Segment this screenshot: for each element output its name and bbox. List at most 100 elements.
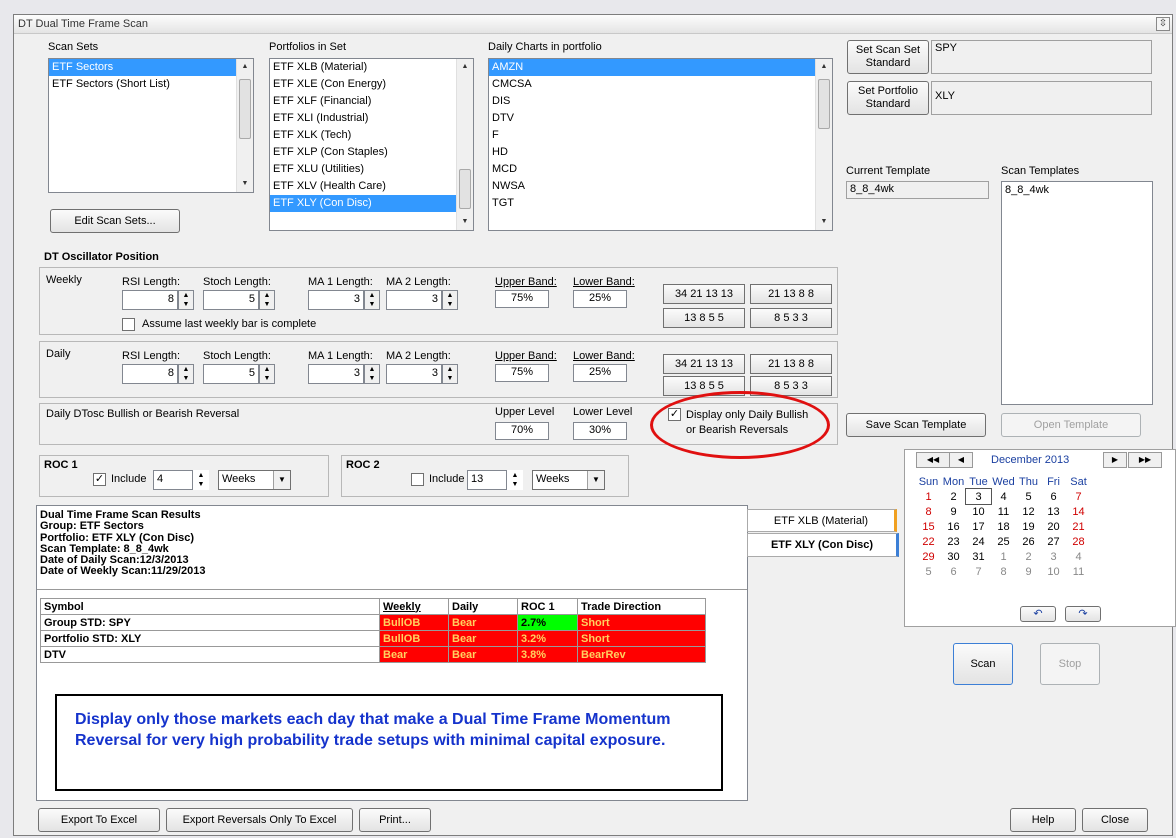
calendar-day[interactable]: 10 [966, 504, 991, 519]
help-button[interactable]: Help [1010, 808, 1076, 832]
scroll-up-icon[interactable]: ▲ [816, 59, 832, 75]
save-scan-template-button[interactable]: Save Scan Template [846, 413, 986, 437]
list-item[interactable]: NWSA [489, 178, 832, 195]
col-weekly[interactable]: Weekly [379, 598, 449, 615]
weekly-preset-button[interactable]: 34 21 13 13 [663, 284, 745, 304]
col-symbol[interactable]: Symbol [40, 598, 380, 615]
daily-charts-list[interactable]: AMZN CMCSA DIS DTV F HD MCD NWSA TGT ▲ ▼ [488, 58, 833, 231]
roc2-spinner[interactable]: 13 ▲ ▼ [467, 470, 527, 490]
daily-upper-field[interactable]: 75% [495, 364, 549, 382]
calendar-day[interactable]: 5 [916, 564, 941, 579]
export-excel-button[interactable]: Export To Excel [38, 808, 160, 832]
scroll-up-icon[interactable]: ▲ [457, 59, 473, 75]
weekly-lower-field[interactable]: 25% [573, 290, 627, 308]
scroll-up-icon[interactable]: ▲ [237, 59, 253, 75]
table-row[interactable]: Group STD: SPY BullOB Bear 2.7% Short [40, 614, 706, 631]
col-trade-direction[interactable]: Trade Direction [577, 598, 706, 615]
list-item[interactable]: TGT [489, 195, 832, 212]
scroll-thumb[interactable] [818, 79, 830, 129]
calendar-day[interactable]: 4 [1066, 549, 1091, 564]
daily-preset-button[interactable]: 21 13 8 8 [750, 354, 832, 374]
daily-preset-button[interactable]: 34 21 13 13 [663, 354, 745, 374]
calendar-day[interactable]: 2 [1016, 549, 1041, 564]
calendar-day[interactable]: 26 [1016, 534, 1041, 549]
daily-ma1-spinner[interactable]: 3 ▲ ▼ [308, 364, 384, 384]
scan-sets-scrollbar[interactable]: ▲ ▼ [236, 59, 253, 192]
list-item[interactable]: 8_8_4wk [1002, 182, 1152, 199]
scroll-down-icon[interactable]: ▼ [816, 214, 832, 230]
calendar-day[interactable]: 16 [941, 519, 966, 534]
prev-year-icon[interactable]: ◀◀ [916, 452, 950, 468]
list-item[interactable]: ETF Sectors (Short List) [49, 76, 253, 93]
daily-lower-field[interactable]: 25% [573, 364, 627, 382]
calendar-day[interactable]: 1 [991, 549, 1016, 564]
daily-ma2-spinner[interactable]: 3 ▲ ▼ [386, 364, 462, 384]
daily-ma1-value[interactable]: 3 [308, 364, 364, 384]
calendar-day[interactable]: 18 [991, 519, 1016, 534]
spinner-arrows-icon[interactable]: ▲ ▼ [507, 470, 523, 490]
col-daily[interactable]: Daily [448, 598, 518, 615]
weekly-stoch-spinner[interactable]: 5 ▲ ▼ [203, 290, 279, 310]
roc1-include-checkbox[interactable]: ✓ [93, 473, 106, 486]
calendar-day[interactable]: 9 [1016, 564, 1041, 579]
weekly-preset-button[interactable]: 13 8 5 5 [663, 308, 745, 328]
roc2-period-select[interactable]: Weeks ▼ [532, 470, 605, 490]
roc1-period-select[interactable]: Weeks ▼ [218, 470, 291, 490]
calendar-day[interactable]: 21 [1066, 519, 1091, 534]
daily-stoch-value[interactable]: 5 [203, 364, 259, 384]
weekly-ma1-spinner[interactable]: 3 ▲ ▼ [308, 290, 384, 310]
scan-button[interactable]: Scan [953, 643, 1013, 685]
spinner-arrows-icon[interactable]: ▲ ▼ [178, 290, 194, 310]
calendar-day[interactable]: 3 [1041, 549, 1066, 564]
stop-button[interactable]: Stop [1040, 643, 1100, 685]
calendar-day[interactable]: 5 [1016, 489, 1041, 504]
calendar-day[interactable]: 7 [966, 564, 991, 579]
list-item[interactable]: ETF XLB (Material) [270, 59, 473, 76]
calendar-day[interactable]: 8 [916, 504, 941, 519]
calendar-day[interactable]: 3 [965, 488, 992, 505]
calendar-day[interactable]: 6 [1041, 489, 1066, 504]
list-item[interactable]: ETF XLF (Financial) [270, 93, 473, 110]
scroll-thumb[interactable] [459, 169, 471, 209]
list-item[interactable]: DTV [489, 110, 832, 127]
daily-ma2-value[interactable]: 3 [386, 364, 442, 384]
calendar-day[interactable]: 11 [1066, 564, 1091, 579]
calendar-day[interactable]: 8 [991, 564, 1016, 579]
scroll-down-icon[interactable]: ▼ [457, 214, 473, 230]
calendar-day[interactable]: 25 [991, 534, 1016, 549]
list-item[interactable]: DIS [489, 93, 832, 110]
scroll-thumb[interactable] [239, 79, 251, 139]
roc2-value[interactable]: 13 [467, 470, 507, 490]
export-reversals-button[interactable]: Export Reversals Only To Excel [166, 808, 353, 832]
daily-rsi-spinner[interactable]: 8 ▲ ▼ [122, 364, 198, 384]
weekly-ma2-value[interactable]: 3 [386, 290, 442, 310]
spinner-arrows-icon[interactable]: ▲ ▼ [364, 364, 380, 384]
spinner-arrows-icon[interactable]: ▲ ▼ [442, 290, 458, 310]
reversal-lower-field[interactable]: 30% [573, 422, 627, 440]
roc2-include-checkbox[interactable] [411, 473, 424, 486]
tab-etf-xly[interactable]: ETF XLY (Con Disc) [747, 533, 899, 557]
set-scan-set-standard-button[interactable]: Set Scan Set Standard [847, 40, 929, 74]
calendar-day[interactable]: 14 [1066, 504, 1091, 519]
display-only-checkbox[interactable]: ✓ [668, 408, 681, 421]
undo-icon[interactable]: ↶ [1020, 606, 1056, 622]
spinner-arrows-icon[interactable]: ▲ ▼ [259, 290, 275, 310]
prev-month-icon[interactable]: ◀ [949, 452, 973, 468]
calendar-day[interactable]: 27 [1041, 534, 1066, 549]
calendar-day[interactable]: 7 [1066, 489, 1091, 504]
list-item[interactable]: MCD [489, 161, 832, 178]
calendar-day[interactable]: 22 [916, 534, 941, 549]
calendar-day[interactable]: 19 [1016, 519, 1041, 534]
calendar-day[interactable]: 12 [1016, 504, 1041, 519]
calendar-day[interactable]: 23 [941, 534, 966, 549]
calendar-day[interactable]: 2 [941, 489, 966, 504]
weekly-preset-button[interactable]: 21 13 8 8 [750, 284, 832, 304]
list-item[interactable]: ETF XLU (Utilities) [270, 161, 473, 178]
list-item[interactable]: HD [489, 144, 832, 161]
calendar-day[interactable]: 13 [1041, 504, 1066, 519]
weekly-preset-button[interactable]: 8 5 3 3 [750, 308, 832, 328]
calendar-day[interactable]: 28 [1066, 534, 1091, 549]
calendar-day[interactable]: 10 [1041, 564, 1066, 579]
calendar-day[interactable]: 1 [916, 489, 941, 504]
portfolios-list[interactable]: ETF XLB (Material) ETF XLE (Con Energy) ET… [269, 58, 474, 231]
